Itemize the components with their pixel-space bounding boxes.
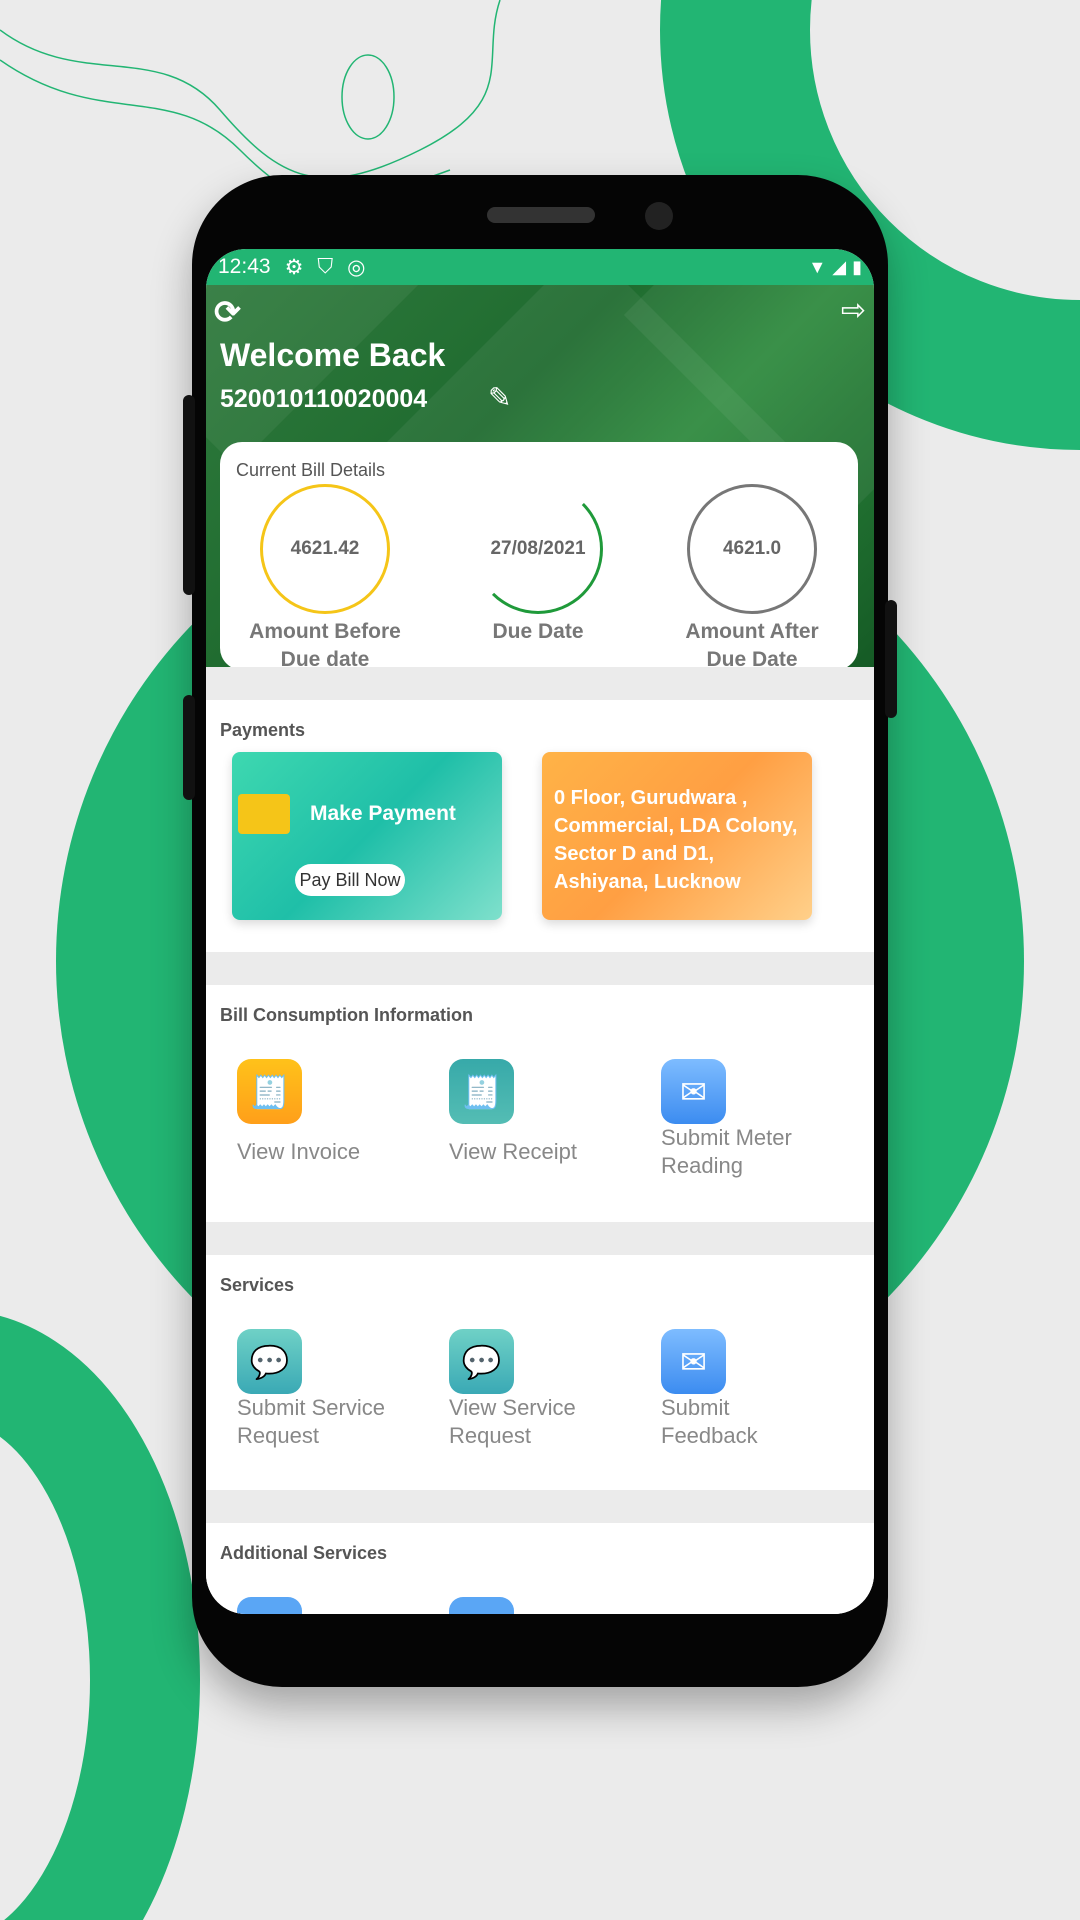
submit-feedback-tile[interactable]: ✉ Submit Feedback — [661, 1329, 781, 1450]
current-bill-card: Current Bill Details 4621.42 Amount Befo… — [220, 442, 858, 667]
additional-services-section: Additional Services — [206, 1523, 874, 1614]
section-title: Services — [220, 1275, 295, 1295]
gear-icon: ⚙ — [284, 255, 304, 279]
signal-icon: ◢ — [832, 256, 847, 277]
make-payment-card[interactable]: Make Payment Pay Bill Now — [232, 752, 502, 920]
bill-consumption-section: Bill Consumption Information 🧾 View Invoi… — [206, 985, 874, 1222]
status-time: 12:43 — [218, 255, 271, 278]
credit-card-icon — [238, 794, 290, 834]
volume-button — [183, 395, 195, 595]
bill-card-title: Current Bill Details — [236, 460, 386, 480]
refresh-icon[interactable]: ⟳ — [214, 293, 241, 331]
wifi-icon: ▼ — [808, 256, 827, 277]
app-screen: 12:43 ⚙ ⛉ ◎ ▼ ◢ ▮ ⟳ ⇨ Welcome Back 5200101… — [206, 249, 874, 1614]
chat-edit-icon: 💬 — [237, 1329, 302, 1394]
due-date-circle: 27/08/2021 — [473, 484, 603, 614]
mail-question-icon: ✉ — [661, 1059, 726, 1124]
battery-icon: ▮ — [852, 256, 862, 277]
header: ⟳ ⇨ Welcome Back 520010110020004 ✎ Curre… — [206, 285, 874, 667]
amount-before-circle: 4621.42 — [260, 484, 390, 614]
address-card: 0 Floor, Gurudwara , Commercial, LDA Col… — [542, 752, 812, 920]
view-service-request-tile[interactable]: 💬 View Service Request — [449, 1329, 609, 1450]
status-bar: 12:43 ⚙ ⛉ ◎ ▼ ◢ ▮ — [206, 249, 874, 285]
chat-edit-icon: 💬 — [449, 1329, 514, 1394]
amount-before-label: Amount Before Due date — [249, 620, 401, 667]
account-number: 520010110020004 — [220, 385, 428, 413]
service-icon[interactable] — [449, 1597, 514, 1614]
amount-after-circle: 4621.0 — [687, 484, 817, 614]
section-title: Bill Consumption Information — [220, 1005, 473, 1025]
speaker — [487, 207, 595, 223]
power-button — [885, 600, 897, 718]
circle-a-icon: ◎ — [347, 255, 366, 279]
view-receipt-tile[interactable]: 🧾 View Receipt — [449, 1059, 649, 1166]
background-ring — [0, 1316, 200, 1920]
submit-meter-reading-tile[interactable]: ✉ Submit Meter Reading — [661, 1059, 821, 1180]
logout-icon[interactable]: ⇨ — [841, 293, 866, 328]
mail-question-icon: ✉ — [661, 1329, 726, 1394]
camera — [645, 202, 673, 230]
payments-section: Payments Make Payment Pay Bill Now 0 Flo… — [206, 700, 874, 952]
shield-play-icon: ⛉ — [317, 255, 334, 278]
submit-service-request-tile[interactable]: 💬 Submit Service Request — [237, 1329, 397, 1450]
contour-lines-decoration — [0, 0, 501, 200]
receipt-icon: 🧾 — [449, 1059, 514, 1124]
view-invoice-tile[interactable]: 🧾 View Invoice — [237, 1059, 437, 1166]
section-title: Payments — [220, 720, 306, 740]
edit-pencil-icon[interactable]: ✎ — [488, 381, 511, 414]
pay-bill-now-button[interactable]: Pay Bill Now — [295, 864, 405, 896]
make-payment-label: Make Payment — [310, 802, 456, 825]
welcome-title: Welcome Back — [220, 337, 446, 373]
amount-after-label: Amount After Due Date — [685, 620, 819, 667]
due-date-label: Due Date — [492, 620, 584, 643]
side-button — [183, 695, 195, 800]
receipt-icon: 🧾 — [237, 1059, 302, 1124]
services-section: Services 💬 Submit Service Request 💬 View S… — [206, 1255, 874, 1490]
service-icon[interactable] — [237, 1597, 302, 1614]
section-title: Additional Services — [220, 1543, 388, 1563]
